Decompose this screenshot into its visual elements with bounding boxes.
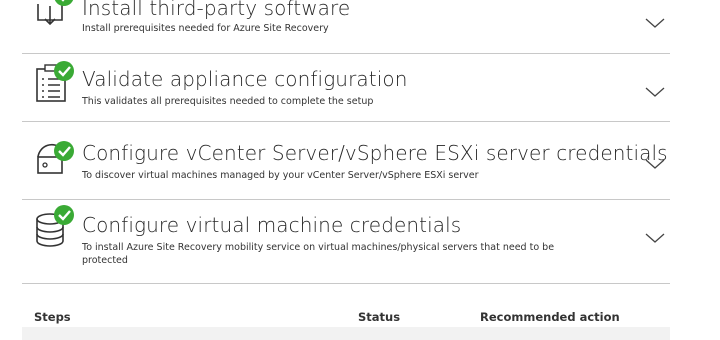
- column-header-status: Status: [358, 310, 401, 324]
- database-icon: [36, 205, 74, 247]
- check-icon: [54, 205, 74, 225]
- section-validate-appliance-configuration[interactable]: Validate appliance configuration This va…: [22, 53, 670, 122]
- chevron-down-icon[interactable]: [644, 157, 666, 171]
- section-description: This validates all prerequisites needed …: [82, 96, 374, 107]
- column-header-steps: Steps: [34, 310, 71, 324]
- section-title: Configure vCenter Server/vSphere ESXi se…: [82, 141, 668, 165]
- section-title: Configure virtual machine credentials: [82, 213, 462, 237]
- chevron-down-icon[interactable]: [644, 16, 666, 30]
- section-description: To install Azure Site Recovery mobility …: [82, 242, 555, 266]
- section-title: Install third-party software: [82, 0, 351, 20]
- section-title: Validate appliance configuration: [82, 67, 408, 91]
- section-configure-vm-credentials[interactable]: Configure virtual machine credentials To…: [22, 199, 670, 284]
- column-header-recommended-action: Recommended action: [480, 310, 620, 324]
- check-icon: [54, 61, 74, 81]
- checklist-icon: [36, 61, 74, 102]
- check-icon: [54, 0, 74, 6]
- section-description: To discover virtual machines managed by …: [82, 170, 479, 181]
- chevron-down-icon[interactable]: [644, 85, 666, 99]
- section-description: Install prerequisites needed for Azure S…: [82, 23, 329, 34]
- server-credentials-icon: [37, 141, 74, 174]
- chevron-down-icon[interactable]: [644, 231, 666, 245]
- steps-table-header: Steps Status Recommended action: [22, 306, 670, 328]
- check-icon: [54, 141, 74, 161]
- section-install-third-party-software[interactable]: Install third-party software Install pre…: [22, 0, 670, 54]
- table-row: [22, 327, 670, 340]
- install-download-icon: [37, 0, 74, 26]
- section-configure-vcenter-credentials[interactable]: Configure vCenter Server/vSphere ESXi se…: [22, 121, 670, 200]
